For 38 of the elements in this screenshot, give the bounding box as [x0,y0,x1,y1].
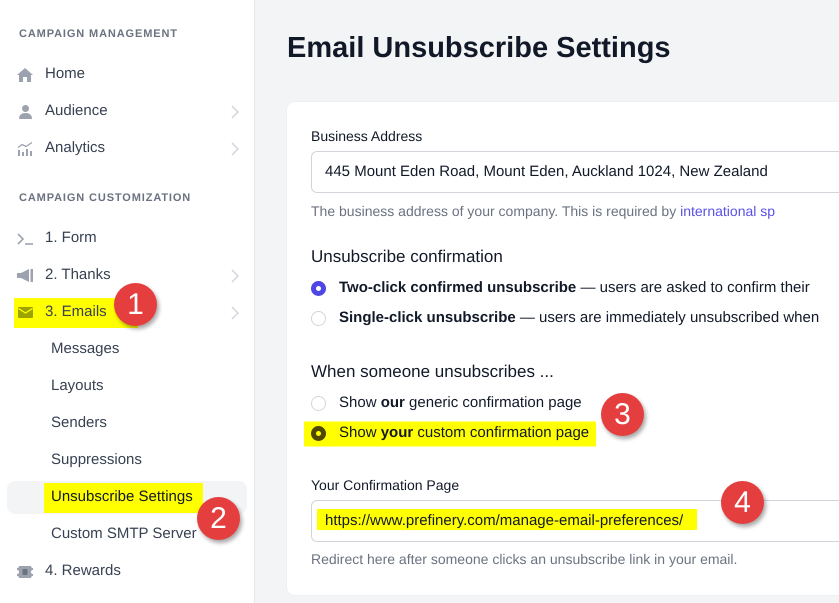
ticket-icon [17,566,33,578]
megaphone-icon [17,269,33,282]
field-label: Business Address [311,127,424,146]
radio-label[interactable]: Show your custom confirmation page [339,422,590,445]
nav-item[interactable]: Audience [7,95,247,128]
terminal-icon [17,232,33,244]
callout-number: 4 [721,481,764,524]
section-heading: CAMPAIGN CUSTOMIZATION [18,191,192,206]
radio-label[interactable]: Single-click unsubscribe — users are immediately unsubscribed when [339,307,820,330]
submenu-item[interactable]: Senders [7,407,247,440]
radio-button[interactable] [311,311,326,326]
submenu-item[interactable]: Suppressions [7,444,247,477]
link[interactable]: international sp [680,203,776,219]
address-field[interactable]: 445 Mount Eden Road, Mount Eden, Auckland 1024, New Zealand [311,151,839,193]
section-heading: When someone unsubscribes ... [311,361,555,383]
radio-label[interactable]: Show our generic confirmation page [339,392,582,415]
page-title: Email Unsubscribe Settings [287,31,672,65]
radio-button[interactable] [311,281,326,296]
submenu-item[interactable]: Layouts [7,370,247,403]
submenu-item[interactable]: Messages [7,333,247,366]
callout-number: 1 [114,283,157,326]
help-text: Redirect here after someone clicks an unsubscribe link in your email. [311,550,738,569]
nav-item[interactable]: Analytics [7,132,247,165]
bar-chart-icon [17,142,33,156]
callout-number: 2 [197,497,240,540]
radio-label[interactable]: Two-click confirmed unsubscribe — users are asked to confirm their [339,277,810,300]
nav-item[interactable]: 4. Rewards [7,555,247,588]
callout-number: 3 [601,393,644,436]
radio-button[interactable] [311,396,326,411]
section-heading: CAMPAIGN MANAGEMENT [18,27,179,42]
section-heading: Unsubscribe confirmation [311,246,504,268]
nav-item[interactable]: Home [7,58,247,91]
home-icon [17,68,33,82]
user-icon [18,104,32,118]
nav-item[interactable]: 1. Form [7,222,247,255]
help-text: The business address of your company. This is required by international sp [311,202,776,221]
envelope-icon [18,307,32,318]
field-label: Your Confirmation Page [311,476,460,495]
